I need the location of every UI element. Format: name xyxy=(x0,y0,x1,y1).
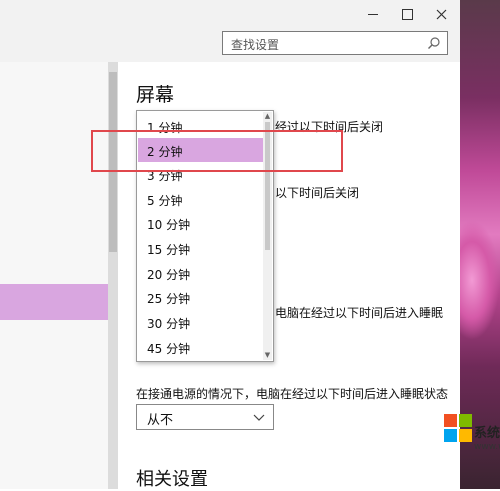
minimize-icon xyxy=(368,13,378,15)
nav-item-selected[interactable] xyxy=(0,284,108,320)
left-nav-pane xyxy=(0,62,118,489)
close-button[interactable] xyxy=(424,0,458,28)
dropdown-option[interactable]: 30 分钟 xyxy=(138,310,264,334)
dropdown-option[interactable]: 25 分钟 xyxy=(138,285,264,309)
dropdown-option[interactable]: 5 分钟 xyxy=(138,187,264,211)
flower-petal xyxy=(460,220,500,340)
dropdown-option[interactable]: 15 分钟 xyxy=(138,236,264,260)
search-placeholder: 查找设置 xyxy=(231,38,280,52)
watermark-url: www.win7999.com xyxy=(474,442,500,452)
left-scrollbar[interactable] xyxy=(108,62,118,489)
dropdown-option[interactable]: 20 分钟 xyxy=(138,261,264,285)
maximize-button[interactable] xyxy=(390,0,424,28)
sleep-plugged-select[interactable]: 从不 xyxy=(136,404,274,430)
sleep-battery-desc: 电脑在经过以下时间后进入睡眠 xyxy=(275,306,444,320)
sleep-plugged-desc: 在接通电源的情况下，电脑在经过以下时间后进入睡眠状态 xyxy=(136,387,449,401)
scroll-down-icon[interactable]: ▼ xyxy=(263,351,272,360)
chevron-down-icon xyxy=(253,414,265,421)
minimize-button[interactable] xyxy=(356,0,390,28)
watermark-name: 系统粉 xyxy=(474,426,500,441)
section-title-related: 相关设置 xyxy=(136,469,208,490)
dropdown-option[interactable]: 45 分钟 xyxy=(138,335,264,359)
maximize-icon xyxy=(401,8,413,20)
scroll-up-icon[interactable]: ▲ xyxy=(263,112,272,121)
search-icon xyxy=(428,37,440,49)
sleep-plugged-value: 从不 xyxy=(147,413,174,428)
title-bar xyxy=(0,0,460,28)
windows-logo-icon xyxy=(444,414,472,442)
search-input[interactable]: 查找设置 xyxy=(222,31,448,55)
highlight-box xyxy=(91,130,343,172)
screen-plugged-desc: 以下时间后关闭 xyxy=(275,186,360,200)
dropdown-option[interactable]: 10 分钟 xyxy=(138,211,264,235)
close-icon xyxy=(436,9,446,19)
section-title-screen: 屏幕 xyxy=(136,84,175,106)
